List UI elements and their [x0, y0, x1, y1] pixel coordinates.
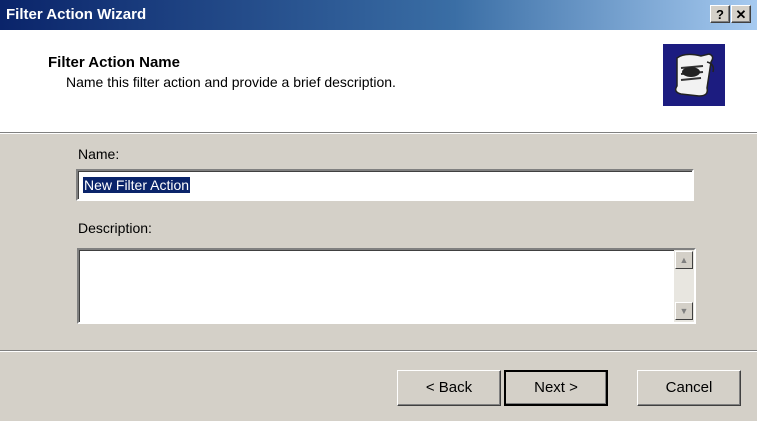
name-field-value[interactable]: New Filter Action [83, 177, 191, 193]
page-subtitle: Name this filter action and provide a br… [66, 74, 396, 90]
description-field[interactable]: ▲ ▼ [77, 248, 696, 324]
title-bar[interactable]: Filter Action Wizard ? ✕ [0, 0, 757, 30]
scroll-up-icon[interactable]: ▲ [675, 251, 693, 269]
name-label: Name: [78, 146, 120, 162]
description-label: Description: [78, 220, 152, 236]
filter-action-wizard-window: Filter Action Wizard ? ✕ Filter Action N… [0, 0, 757, 421]
description-scrollbar[interactable]: ▲ ▼ [674, 250, 694, 322]
back-button[interactable]: < Back [397, 370, 501, 406]
scroll-down-icon[interactable]: ▼ [675, 302, 693, 320]
close-button[interactable]: ✕ [731, 5, 751, 23]
window-title: Filter Action Wizard [6, 6, 147, 23]
wizard-scroll-icon [663, 44, 725, 106]
wizard-header: Filter Action Name Name this filter acti… [0, 30, 757, 132]
help-button[interactable]: ? [710, 5, 730, 23]
name-field[interactable]: New Filter Action [76, 169, 694, 201]
header-divider [0, 132, 757, 134]
next-button[interactable]: Next > [504, 370, 608, 406]
page-title: Filter Action Name [48, 54, 180, 71]
footer-divider [0, 350, 757, 352]
cancel-button[interactable]: Cancel [637, 370, 741, 406]
